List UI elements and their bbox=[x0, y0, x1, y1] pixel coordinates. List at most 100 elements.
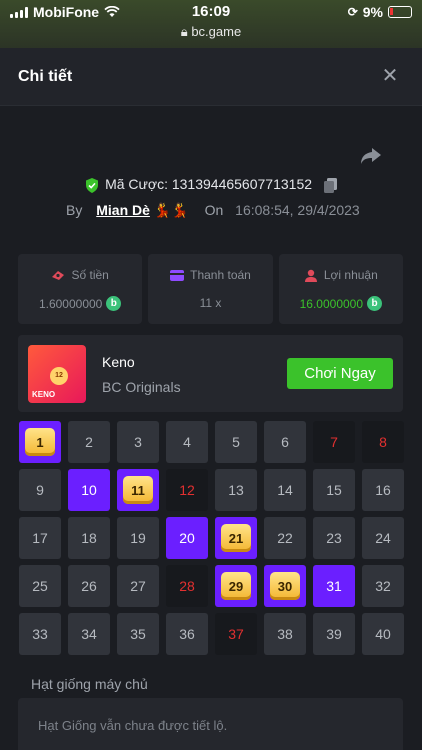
stat-amount-value: 1.60000000 bbox=[38, 296, 103, 311]
keno-cell: 39 bbox=[313, 613, 355, 655]
keno-cell: 22 bbox=[264, 517, 306, 559]
stat-amount-label: Số tiền bbox=[71, 268, 109, 282]
keno-cell: 30 bbox=[264, 565, 306, 607]
copy-icon[interactable] bbox=[323, 177, 337, 193]
profit-icon bbox=[304, 269, 317, 282]
server-seed-box: Hạt Giống vẫn chưa được tiết lộ. bbox=[18, 698, 403, 750]
bet-stats: Số tiền 1.60000000 b Thanh toán 11 x Lợi… bbox=[18, 254, 403, 324]
keno-cell: 33 bbox=[19, 613, 61, 655]
share-icon[interactable] bbox=[360, 146, 382, 166]
keno-cell: 11 bbox=[117, 469, 159, 511]
page-title: Chi tiết bbox=[18, 68, 73, 85]
keno-cell: 38 bbox=[264, 613, 306, 655]
bet-datetime: 16:08:54, 29/4/2023 bbox=[235, 202, 360, 218]
stat-payout-label-row: Thanh toán bbox=[148, 268, 272, 282]
server-seed-value: Hạt Giống vẫn chưa được tiết lộ. bbox=[38, 718, 228, 733]
keno-cell: 23 bbox=[313, 517, 355, 559]
user-emoji: 💃💃 bbox=[153, 202, 189, 218]
url-text: bc.game bbox=[191, 24, 242, 39]
keno-cell: 5 bbox=[215, 421, 257, 463]
battery-icon bbox=[388, 6, 412, 18]
bet-id-row: Mã Cược: 131394465607713152 bbox=[0, 176, 422, 193]
header: Chi tiết ✕ bbox=[0, 48, 422, 106]
stat-payout-label: Thanh toán bbox=[190, 268, 251, 282]
on-label: On bbox=[204, 202, 224, 218]
close-icon[interactable]: ✕ bbox=[378, 64, 402, 88]
battery-percent: 9% bbox=[362, 4, 383, 20]
bet-id-label: Mã Cược: bbox=[105, 176, 168, 192]
stat-payout-value-row: 11 x bbox=[148, 296, 272, 310]
keno-ball-icon: 12 bbox=[50, 367, 68, 385]
shield-check-icon bbox=[86, 177, 99, 193]
keno-cell: 2 bbox=[68, 421, 110, 463]
keno-cell: 36 bbox=[166, 613, 208, 655]
page: MobiFone 16:09 🔒︎ bc.game ⟳ 9% Chi tiết … bbox=[0, 0, 422, 750]
bc-coin-icon: b bbox=[106, 296, 122, 311]
keno-cell: 4 bbox=[166, 421, 208, 463]
keno-cell: 29 bbox=[215, 565, 257, 607]
keno-cell: 27 bbox=[117, 565, 159, 607]
lock-icon: 🔒︎ bbox=[180, 24, 192, 39]
keno-cell: 3 bbox=[117, 421, 159, 463]
keno-cell: 25 bbox=[19, 565, 61, 607]
keno-cell: 18 bbox=[68, 517, 110, 559]
keno-cell: 8 bbox=[362, 421, 404, 463]
card-icon bbox=[170, 269, 185, 281]
keno-cell: 17 bbox=[19, 517, 61, 559]
stat-amount: Số tiền 1.60000000 b bbox=[18, 254, 143, 324]
game-name: Keno bbox=[102, 354, 135, 370]
status-bar: MobiFone 16:09 🔒︎ bc.game ⟳ 9% bbox=[0, 0, 422, 48]
status-right: ⟳ 9% bbox=[348, 4, 412, 20]
keno-game-thumbnail[interactable]: 12 KENO bbox=[28, 345, 86, 403]
keno-cell: 28 bbox=[166, 565, 208, 607]
keno-cell: 9 bbox=[19, 469, 61, 511]
keno-cell: 7 bbox=[313, 421, 355, 463]
play-now-button[interactable]: Chơi Ngay bbox=[287, 358, 393, 389]
keno-cell: 6 bbox=[264, 421, 306, 463]
keno-cell: 24 bbox=[362, 517, 404, 559]
keno-cell: 10 bbox=[68, 469, 110, 511]
bc-coin-icon: b bbox=[367, 296, 383, 311]
stat-profit: Lợi nhuận 16.0000000 b bbox=[278, 254, 403, 324]
keno-hit-gem: 21 bbox=[221, 524, 251, 552]
stat-profit-label: Lợi nhuận bbox=[323, 268, 378, 282]
user-name-link[interactable]: Mian Dè bbox=[96, 202, 150, 218]
keno-hit-gem: 30 bbox=[270, 572, 300, 600]
stat-profit-label-row: Lợi nhuận bbox=[279, 268, 403, 282]
keno-cell: 37 bbox=[215, 613, 257, 655]
keno-hit-gem: 1 bbox=[25, 428, 55, 456]
keno-hit-gem: 11 bbox=[123, 476, 153, 504]
keno-cell: 19 bbox=[117, 517, 159, 559]
bet-id-value: 131394465607713152 bbox=[171, 176, 313, 192]
stat-profit-value-row: 16.0000000 b bbox=[279, 296, 403, 311]
keno-cell: 20 bbox=[166, 517, 208, 559]
keno-cell: 15 bbox=[313, 469, 355, 511]
thumbnail-text: KENO bbox=[32, 390, 56, 399]
server-seed-label: Hạt giống máy chủ bbox=[31, 676, 148, 692]
keno-cell: 32 bbox=[362, 565, 404, 607]
keno-cell: 1 bbox=[19, 421, 61, 463]
keno-hit-gem: 29 bbox=[221, 572, 251, 600]
game-provider: BC Originals bbox=[102, 379, 181, 395]
keno-cell: 14 bbox=[264, 469, 306, 511]
keno-cell: 34 bbox=[68, 613, 110, 655]
stat-amount-value-row: 1.60000000 b bbox=[18, 296, 142, 311]
keno-cell: 12 bbox=[166, 469, 208, 511]
by-label: By bbox=[66, 202, 83, 218]
keno-cell: 16 bbox=[362, 469, 404, 511]
keno-cell: 40 bbox=[362, 613, 404, 655]
keno-board: 1 2 3 4 5 6 7 8 9 10 11 12 13 14 15 16 17 18 19 20 21 22 23 24 2… bbox=[19, 421, 404, 655]
stat-payout-value: 11 x bbox=[199, 296, 222, 310]
game-card: 12 KENO Keno BC Originals Chơi Ngay bbox=[18, 335, 403, 412]
stat-amount-label-row: Số tiền bbox=[18, 268, 142, 282]
url-bar[interactable]: 🔒︎ bc.game bbox=[0, 24, 422, 40]
byline: By Mian Dè 💃💃 On 16:08:54, 29/4/2023 bbox=[66, 202, 360, 219]
stat-payout: Thanh toán 11 x bbox=[148, 254, 273, 324]
money-icon bbox=[52, 271, 65, 280]
keno-cell: 35 bbox=[117, 613, 159, 655]
keno-cell: 21 bbox=[215, 517, 257, 559]
keno-cell: 26 bbox=[68, 565, 110, 607]
keno-cell: 13 bbox=[215, 469, 257, 511]
keno-cell: 31 bbox=[313, 565, 355, 607]
stat-profit-value: 16.0000000 bbox=[299, 296, 364, 311]
